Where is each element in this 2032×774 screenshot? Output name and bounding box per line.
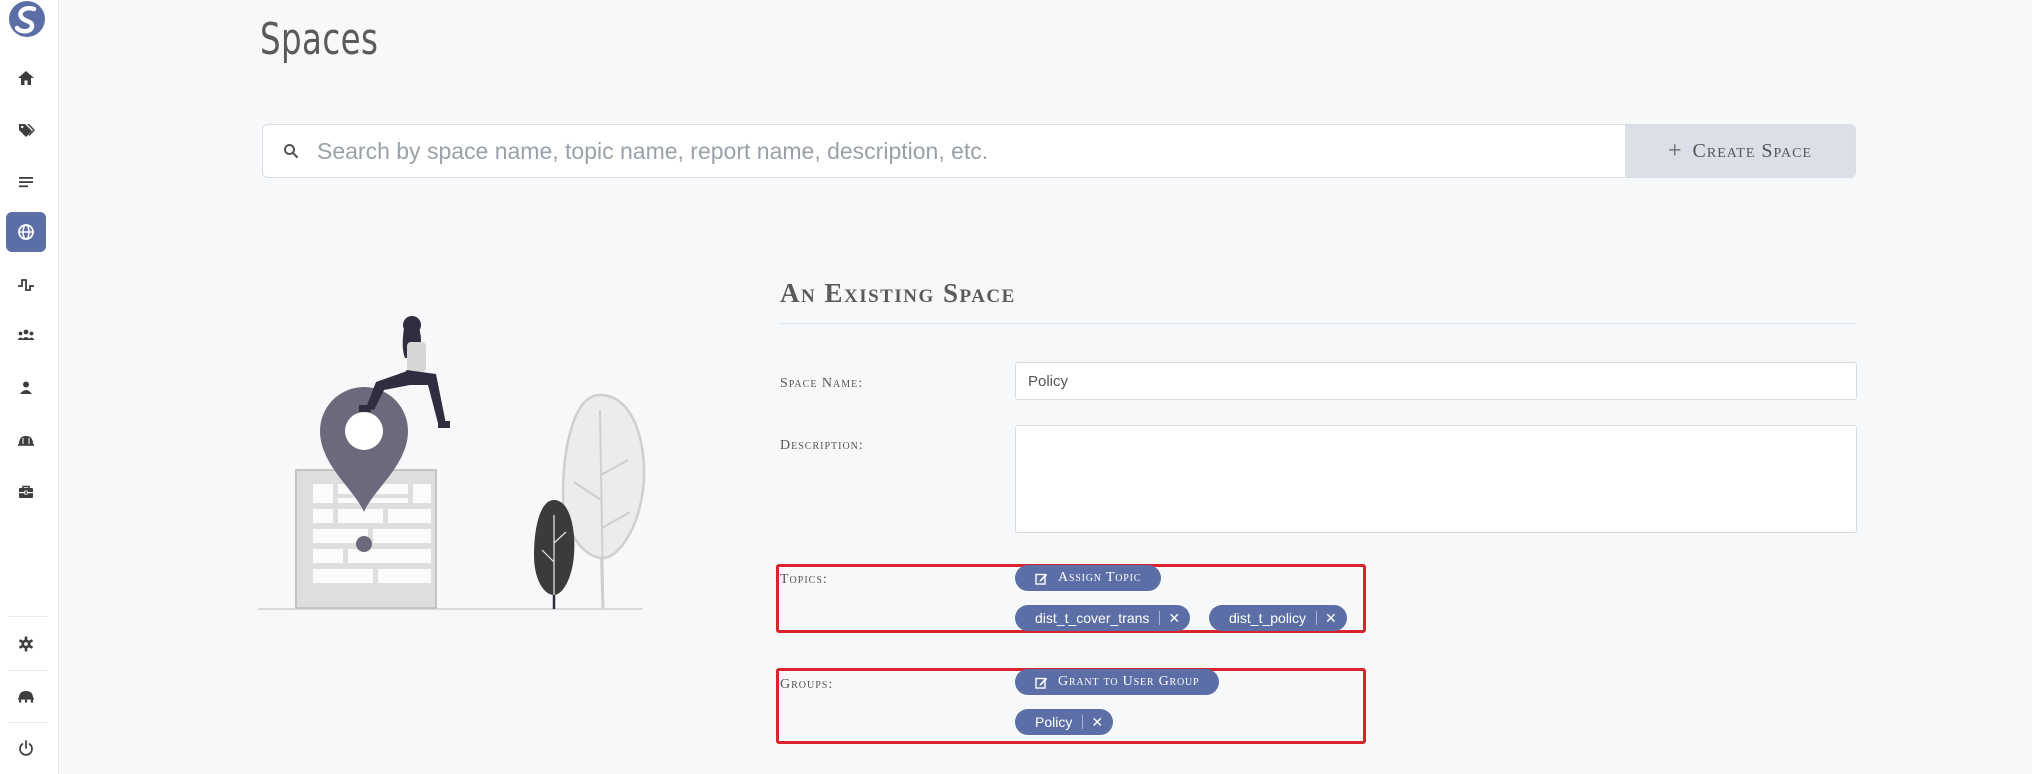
- close-icon[interactable]: ✕: [1168, 610, 1180, 627]
- users-icon: [17, 329, 35, 340]
- nav-logout[interactable]: [6, 728, 46, 768]
- gear-icon: [19, 636, 33, 652]
- sidebar-divider: [8, 722, 48, 723]
- nav-user-groups[interactable]: [6, 316, 46, 356]
- pulse-icon: [18, 279, 34, 291]
- tag-separator: [1082, 715, 1084, 729]
- space-illustration: [258, 316, 646, 610]
- power-icon: [19, 740, 33, 756]
- nav-list[interactable]: [6, 162, 46, 202]
- toolbox-icon: [19, 485, 33, 498]
- space-name-input[interactable]: [1015, 362, 1857, 400]
- close-icon[interactable]: ✕: [1091, 714, 1103, 731]
- topic-tag-label: dist_t_policy: [1229, 610, 1307, 626]
- plus-icon: +: [1667, 137, 1683, 164]
- group-tag-label: Policy: [1035, 714, 1073, 730]
- topics-label: Topics:: [780, 572, 828, 587]
- edit-icon: [1035, 677, 1048, 689]
- description-label: Description:: [780, 438, 864, 453]
- nav-settings[interactable]: [6, 624, 46, 664]
- nav-network[interactable]: [6, 676, 46, 716]
- nav-datasource[interactable]: [6, 420, 46, 460]
- description-textarea[interactable]: [1015, 425, 1857, 533]
- dome-icon: [18, 436, 34, 446]
- sidebar-divider: [8, 616, 48, 617]
- search-bar: + Create Space: [262, 124, 1856, 178]
- space-name-label: Space Name:: [780, 376, 864, 391]
- search-input[interactable]: [301, 125, 1625, 177]
- form-heading: An Existing Space: [780, 278, 1016, 308]
- sidebar-divider: [8, 670, 48, 671]
- heading-divider: [780, 323, 1856, 324]
- nav-tags[interactable]: [6, 110, 46, 150]
- create-space-button[interactable]: + Create Space: [1625, 125, 1855, 177]
- sidebar: [0, 0, 59, 774]
- menu-lines-icon: [19, 177, 33, 188]
- assign-topic-label: Assign Topic: [1058, 570, 1142, 585]
- home-icon: [18, 71, 34, 85]
- user-icon: [20, 381, 32, 394]
- edit-icon: [1035, 573, 1048, 585]
- tag-separator: [1159, 611, 1161, 625]
- assign-topic-button[interactable]: Assign Topic: [1015, 565, 1162, 591]
- nav-home[interactable]: [6, 58, 46, 98]
- create-space-label: Create Space: [1692, 139, 1813, 162]
- groups-label: Groups:: [780, 677, 834, 692]
- app-logo[interactable]: [5, 0, 49, 40]
- close-icon[interactable]: ✕: [1325, 610, 1337, 627]
- globe-icon: [18, 224, 34, 240]
- search-icon: [283, 142, 301, 160]
- nav-users[interactable]: [6, 368, 46, 408]
- grant-user-group-label: Grant to User Group: [1058, 674, 1200, 689]
- nav-tools[interactable]: [6, 472, 46, 512]
- topic-tag: dist_t_policy ✕: [1209, 605, 1347, 631]
- tags-icon: [19, 124, 35, 137]
- page-title: Spaces: [260, 14, 379, 65]
- tag-separator: [1316, 611, 1318, 625]
- network-icon: [18, 691, 34, 703]
- topic-tag-label: dist_t_cover_trans: [1035, 610, 1150, 626]
- nav-spaces[interactable]: [6, 212, 46, 252]
- nav-monitor[interactable]: [6, 265, 46, 305]
- topic-tag: dist_t_cover_trans ✕: [1015, 605, 1191, 631]
- grant-user-group-button[interactable]: Grant to User Group: [1015, 669, 1220, 695]
- group-tag: Policy ✕: [1015, 709, 1114, 735]
